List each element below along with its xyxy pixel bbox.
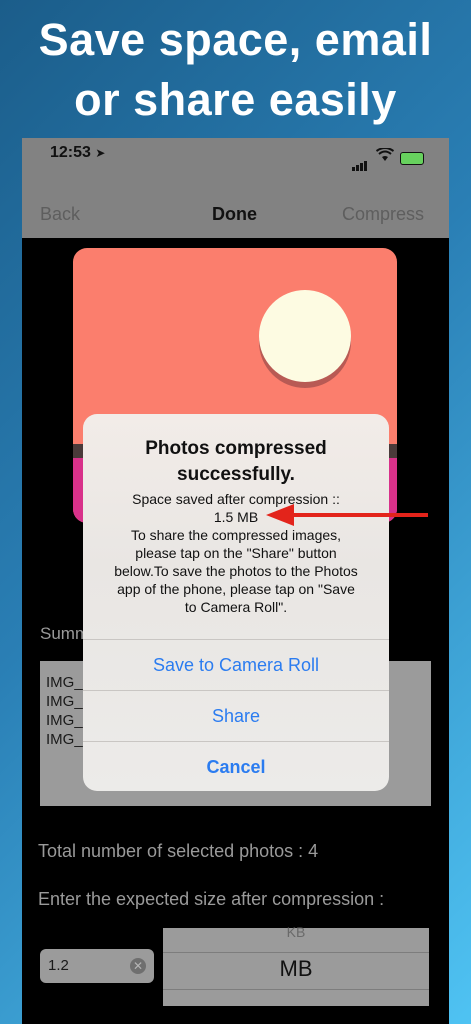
signal-icon [352, 153, 368, 171]
unit-option-kb[interactable]: KB [163, 924, 429, 940]
phone-screen: 12:53 ➤ Back Done Compress Summ IMG_ IMG… [22, 138, 449, 1024]
alert-msg-line: to Camera Roll". [184, 599, 288, 615]
alert-msg-line: please tap on the "Share" button [135, 545, 337, 561]
alert-title-line-2: successfully. [177, 464, 295, 485]
alert-msg-line: app of the phone, please tap on "Save [117, 581, 355, 597]
clear-icon[interactable]: ✕ [130, 958, 146, 974]
share-button[interactable]: Share [83, 690, 389, 741]
navigation-bar: Back Done Compress [22, 182, 449, 238]
alert-title: Photos compressed successfully. [83, 436, 389, 488]
wifi-icon [375, 147, 395, 165]
done-button[interactable]: Done [212, 204, 257, 225]
status-bar: 12:53 ➤ [22, 138, 449, 182]
navigation-arrow-icon: ➤ [95, 146, 106, 160]
summary-label: Summ [40, 624, 90, 643]
size-value: 1.2 [48, 957, 69, 974]
save-to-camera-roll-button[interactable]: Save to Camera Roll [83, 639, 389, 690]
expected-size-label: Enter the expected size after compressio… [38, 889, 385, 909]
compress-button[interactable]: Compress [342, 204, 424, 225]
unit-picker[interactable]: KB MB [163, 924, 429, 1006]
headline-line-1: Save space, email [38, 14, 433, 65]
total-photos-label: Total number of selected photos : 4 [38, 841, 319, 861]
sun-shape [259, 290, 351, 382]
size-input[interactable]: 1.2 ✕ [40, 949, 154, 983]
status-time: 12:53 ➤ [50, 144, 105, 162]
alert-title-line-1: Photos compressed [145, 438, 327, 459]
success-alert: Photos compressed successfully. Space sa… [83, 414, 389, 791]
back-button[interactable]: Back [40, 204, 80, 225]
unit-option-mb[interactable]: MB [163, 956, 429, 982]
clock-text: 12:53 [50, 144, 91, 161]
promo-headline: Save space, email or share easily [0, 10, 471, 130]
battery-icon [400, 152, 424, 165]
alert-msg-line: below.To save the photos to the Photos [114, 563, 358, 579]
cancel-button[interactable]: Cancel [83, 741, 389, 791]
red-arrow-icon [266, 504, 428, 526]
headline-line-2: or share easily [74, 74, 397, 125]
